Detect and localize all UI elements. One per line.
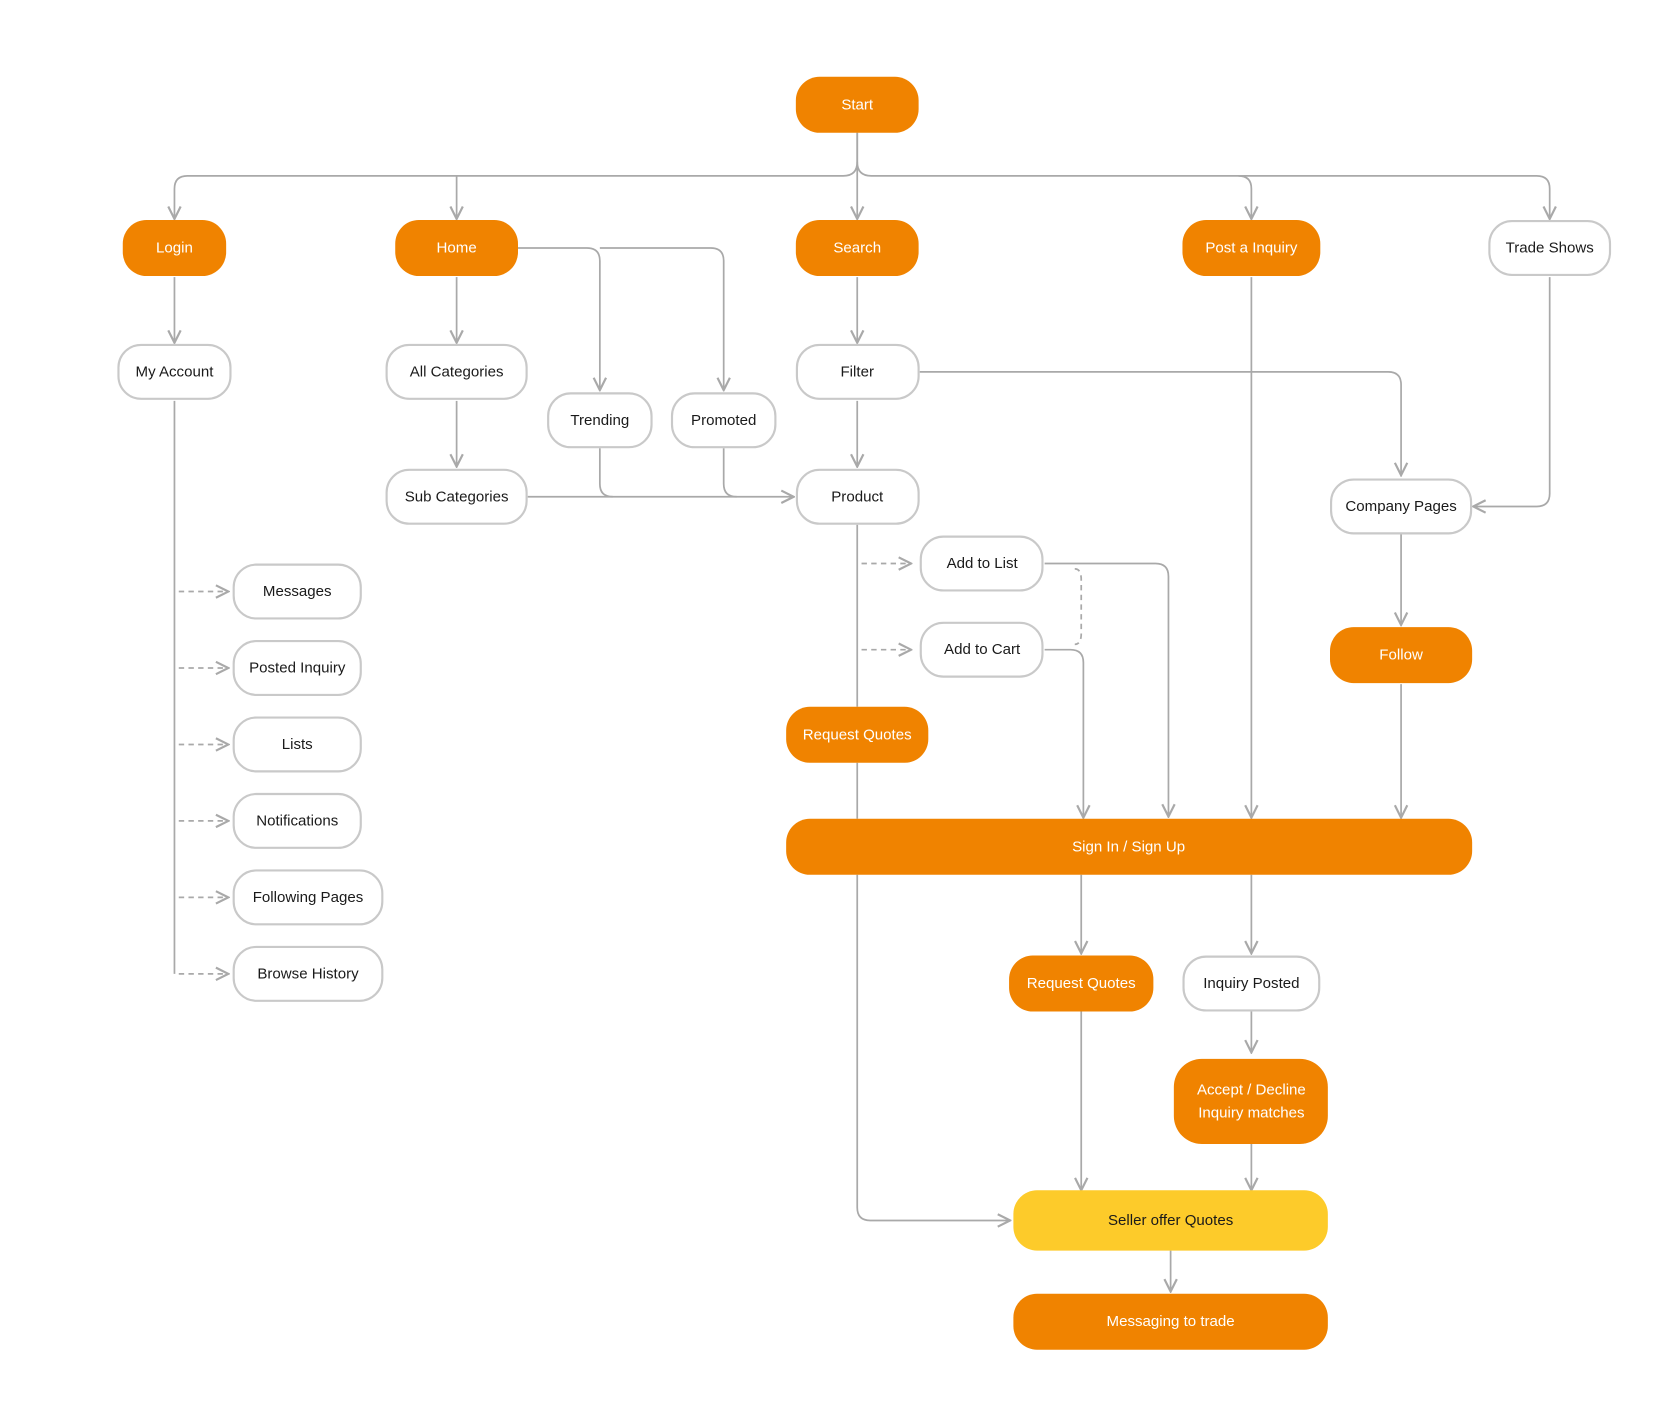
svg-text:Lists: Lists: [282, 736, 313, 753]
svg-text:My Account: My Account: [136, 363, 215, 380]
svg-text:Following Pages: Following Pages: [253, 889, 364, 906]
node-add-to-cart[interactable]: Add to Cart: [919, 621, 1044, 678]
svg-text:Sub Categories: Sub Categories: [405, 488, 509, 505]
node-post-inquiry[interactable]: Post a Inquiry: [1182, 220, 1321, 276]
node-start[interactable]: Start: [795, 76, 919, 133]
node-all-categories[interactable]: All Categories: [385, 343, 528, 400]
svg-text:Browse History: Browse History: [257, 965, 359, 982]
node-sub-categories[interactable]: Sub Categories: [385, 468, 528, 525]
node-inquiry-posted[interactable]: Inquiry Posted: [1182, 955, 1321, 1012]
node-accept-decline-inquiry-matches[interactable]: Accept / Decline Inquiry matches: [1173, 1058, 1328, 1144]
flow-diagram: Start Login Home Search Post a Inquiry T…: [117, 76, 1612, 1350]
node-product[interactable]: Product: [795, 468, 920, 525]
svg-text:Trade Shows: Trade Shows: [1506, 240, 1594, 257]
svg-text:Inquiry matches: Inquiry matches: [1198, 1104, 1304, 1121]
svg-text:Request Quotes: Request Quotes: [1027, 975, 1136, 992]
node-home[interactable]: Home: [395, 220, 518, 276]
svg-text:Follow: Follow: [1379, 647, 1423, 664]
node-posted-inquiry[interactable]: Posted Inquiry: [232, 640, 362, 696]
node-messaging-to-trade[interactable]: Messaging to trade: [1013, 1293, 1328, 1350]
node-filter[interactable]: Filter: [795, 343, 920, 400]
svg-text:Inquiry Posted: Inquiry Posted: [1203, 975, 1299, 992]
svg-text:Company Pages: Company Pages: [1345, 498, 1456, 515]
node-lists[interactable]: Lists: [232, 716, 362, 773]
svg-text:Promoted: Promoted: [691, 412, 756, 429]
svg-text:Messages: Messages: [263, 583, 332, 600]
node-messages[interactable]: Messages: [232, 563, 362, 620]
svg-text:Seller offer Quotes: Seller offer Quotes: [1108, 1212, 1233, 1229]
node-company-pages[interactable]: Company Pages: [1330, 478, 1473, 535]
svg-text:Product: Product: [831, 488, 884, 505]
svg-text:Home: Home: [437, 240, 477, 257]
svg-text:Filter: Filter: [840, 363, 873, 380]
svg-text:All Categories: All Categories: [410, 363, 504, 380]
node-my-account[interactable]: My Account: [117, 343, 232, 400]
svg-text:Trending: Trending: [570, 412, 629, 429]
node-notifications[interactable]: Notifications: [232, 792, 362, 849]
svg-text:Posted Inquiry: Posted Inquiry: [249, 660, 346, 677]
node-search[interactable]: Search: [795, 220, 919, 276]
svg-text:Post a Inquiry: Post a Inquiry: [1205, 240, 1298, 257]
svg-text:Accept / Decline: Accept / Decline: [1197, 1082, 1306, 1099]
node-browse-history[interactable]: Browse History: [232, 945, 384, 1002]
node-trending[interactable]: Trending: [547, 392, 653, 449]
svg-text:Request Quotes: Request Quotes: [803, 726, 912, 743]
node-sign-in-sign-up[interactable]: Sign In / Sign Up: [786, 818, 1473, 875]
node-request-quotes-2[interactable]: Request Quotes: [1009, 955, 1154, 1012]
node-seller-offer-quotes[interactable]: Seller offer Quotes: [1013, 1190, 1328, 1251]
node-login[interactable]: Login: [122, 220, 227, 276]
svg-text:Login: Login: [156, 240, 193, 257]
node-follow[interactable]: Follow: [1330, 627, 1473, 684]
node-add-to-list[interactable]: Add to List: [919, 535, 1044, 592]
svg-text:Add to List: Add to List: [947, 555, 1019, 572]
node-request-quotes[interactable]: Request Quotes: [786, 706, 929, 763]
svg-text:Messaging to trade: Messaging to trade: [1107, 1313, 1235, 1330]
node-promoted[interactable]: Promoted: [670, 392, 777, 449]
svg-text:Search: Search: [833, 240, 881, 257]
svg-text:Sign In / Sign Up: Sign In / Sign Up: [1072, 838, 1185, 855]
svg-text:Notifications: Notifications: [256, 812, 338, 829]
node-following-pages[interactable]: Following Pages: [232, 869, 384, 926]
svg-text:Add to Cart: Add to Cart: [944, 641, 1021, 658]
node-trade-shows[interactable]: Trade Shows: [1488, 220, 1612, 276]
svg-text:Start: Start: [841, 96, 874, 113]
